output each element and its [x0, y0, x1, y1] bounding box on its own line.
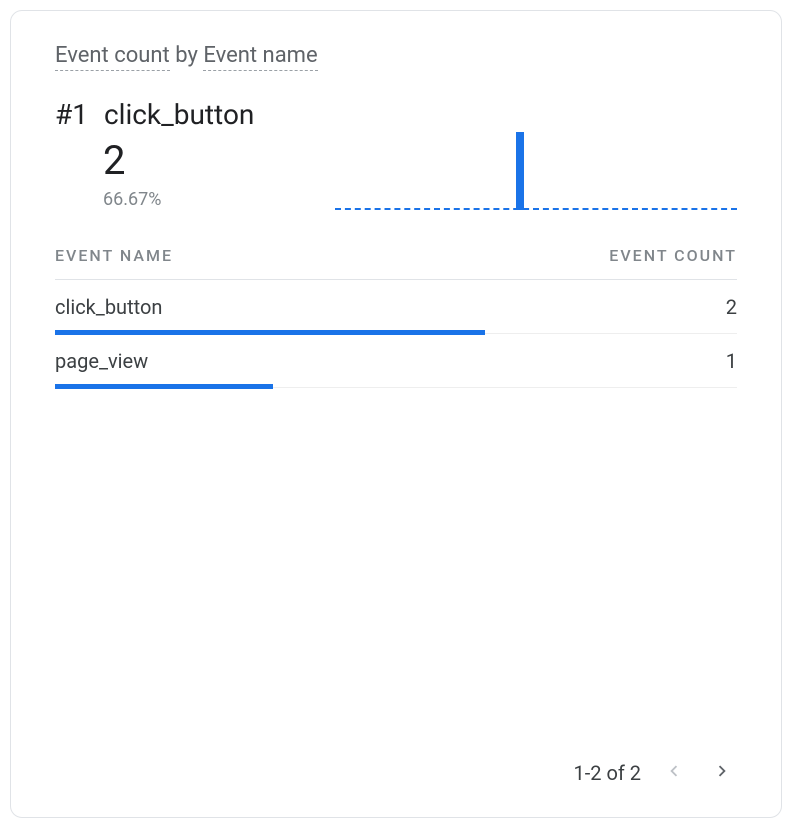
- row-event-name: click_button: [55, 295, 162, 319]
- sparkline-baseline: [335, 208, 737, 210]
- table-row[interactable]: click_button 2: [55, 280, 737, 334]
- pagination-range: 1-2 of 2: [573, 761, 641, 785]
- prev-page-button[interactable]: [659, 756, 689, 789]
- pagination: 1-2 of 2: [55, 756, 737, 789]
- top-event-info: #1 click_button 2 66.67%: [55, 98, 335, 210]
- column-header-count: EVENT COUNT: [609, 246, 737, 265]
- sparkline-chart: [335, 130, 737, 210]
- metric-label[interactable]: Event count: [55, 43, 170, 71]
- sparkline-bar: [516, 132, 524, 210]
- row-event-count: 2: [726, 295, 737, 319]
- dimension-label[interactable]: Event name: [203, 43, 317, 71]
- row-event-name: page_view: [55, 349, 148, 373]
- top-event-count: 2: [103, 141, 335, 181]
- row-bar: [55, 384, 273, 389]
- next-page-button[interactable]: [707, 756, 737, 789]
- table-row[interactable]: page_view 1: [55, 334, 737, 388]
- event-count-card: Event count by Event name #1 click_butto…: [10, 10, 782, 818]
- card-title: Event count by Event name: [55, 43, 737, 68]
- table-body: click_button 2 page_view 1: [55, 280, 737, 388]
- top-event-rank: #1: [55, 98, 88, 131]
- top-event-percent: 66.67%: [103, 189, 335, 210]
- top-event-name: click_button: [104, 98, 254, 131]
- chevron-left-icon: [663, 760, 685, 785]
- chevron-right-icon: [711, 760, 733, 785]
- table-header: EVENT NAME EVENT COUNT: [55, 246, 737, 280]
- event-table: EVENT NAME EVENT COUNT click_button 2 page…: [55, 246, 737, 388]
- column-header-name: EVENT NAME: [55, 246, 173, 265]
- top-event-summary: #1 click_button 2 66.67%: [55, 98, 737, 210]
- row-event-count: 1: [726, 349, 737, 373]
